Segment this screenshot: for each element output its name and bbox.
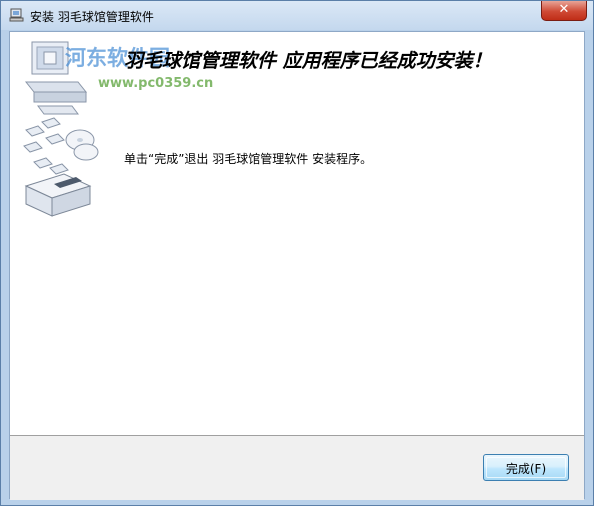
finish-instruction-text: 单击“完成”退出 羽毛球馆管理软件 安装程序。 [124, 152, 373, 166]
install-complete-heading: 羽毛球馆管理软件 应用程序已经成功安装！ [124, 50, 492, 72]
close-button[interactable]: ✕ [541, 1, 587, 21]
installer-icon [9, 8, 24, 22]
installer-window: 安装 羽毛球馆管理软件 ✕ 河东软件园 www.pc0359.cn 羽毛球馆管理… [0, 0, 594, 506]
dialog-client-area: 河东软件园 www.pc0359.cn 羽毛球馆管理软件 应用程序已经成功安装！… [9, 31, 585, 500]
watermark-url: www.pc0359.cn [98, 76, 214, 91]
finish-button-label: 完成(F) [505, 462, 547, 476]
finish-button[interactable]: 完成(F) [483, 454, 569, 481]
title-bar[interactable]: 安装 羽毛球馆管理软件 ✕ [1, 1, 593, 30]
close-icon: ✕ [558, 2, 570, 17]
button-footer: 完成(F) [10, 435, 584, 500]
window-title: 安装 羽毛球馆管理软件 [30, 10, 154, 24]
